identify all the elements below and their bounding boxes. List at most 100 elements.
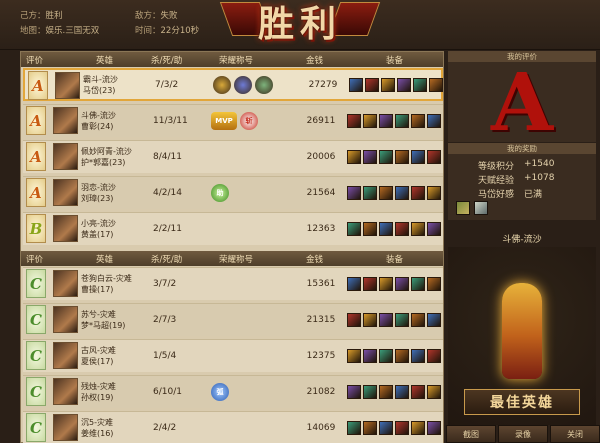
equipment-item-icon[interactable] xyxy=(411,421,425,435)
equipment-item-icon[interactable] xyxy=(347,277,361,291)
reward-item-icon xyxy=(474,201,488,215)
player-row[interactable]: A 斗佛-流沙 曹彰(24) 11/3/11 MVP 斩 26911 xyxy=(23,104,443,137)
screenshot-button[interactable]: 截图 xyxy=(446,425,496,443)
player-row[interactable]: A 霸斗-流沙 马岱(23) 7/3/2 27279 xyxy=(23,68,443,101)
hero-name: 护*郭嘉(23) xyxy=(81,158,126,167)
equipment-item-icon[interactable] xyxy=(379,186,393,200)
equipment-item-icon[interactable] xyxy=(365,77,379,92)
honor-icon[interactable]: 弧 xyxy=(211,383,229,401)
equipment-item-icon[interactable] xyxy=(347,186,361,200)
kda-value: 2/2/11 xyxy=(153,224,182,234)
equipment-item-icon[interactable] xyxy=(395,114,409,128)
equipment-item-icon[interactable] xyxy=(397,77,411,92)
honor-titles: 助 xyxy=(211,177,301,209)
equipment-item-icon[interactable] xyxy=(395,186,409,200)
action-buttons: 截图 录像 关闭 xyxy=(446,425,600,443)
record-button[interactable]: 录像 xyxy=(498,425,548,443)
player-name: 苏兮-灾难 xyxy=(81,310,116,319)
grade-badge: A xyxy=(26,178,46,207)
equipment-item-icon[interactable] xyxy=(363,222,377,236)
equipment-item-icon[interactable] xyxy=(379,313,393,327)
equipment-item-icon[interactable] xyxy=(427,349,441,363)
equipment-item-icon[interactable] xyxy=(347,150,361,164)
close-button[interactable]: 关闭 xyxy=(550,425,600,443)
equipment-item-icon[interactable] xyxy=(395,385,409,399)
equipment-item-icon[interactable] xyxy=(347,421,361,435)
hero-name-block: 残烛-灾难 孙权(19) xyxy=(81,376,136,408)
equipment-item-icon[interactable] xyxy=(347,114,361,128)
equipment-item-icon[interactable] xyxy=(427,222,441,236)
equipment-item-icon[interactable] xyxy=(427,421,441,435)
equipment-item-icon[interactable] xyxy=(363,385,377,399)
equipment-item-icon[interactable] xyxy=(381,77,395,92)
equipment-item-icon[interactable] xyxy=(379,114,393,128)
kda-value: 7/3/2 xyxy=(155,79,179,90)
equipment-item-icon[interactable] xyxy=(395,150,409,164)
equipment-item-icon[interactable] xyxy=(395,349,409,363)
player-row[interactable]: C 残烛-灾难 孙权(19) 6/10/1 弧 21082 xyxy=(23,375,443,408)
player-row[interactable]: C 沉5-灾难 姜维(16) 2/4/2 14069 xyxy=(23,411,443,443)
equipment-item-icon[interactable] xyxy=(427,186,441,200)
equipment-item-icon[interactable] xyxy=(347,222,361,236)
honor-icon[interactable]: 斩 xyxy=(240,112,258,130)
hero-avatar xyxy=(55,72,80,99)
equipment-item-icon[interactable] xyxy=(411,222,425,236)
equipment-item-icon[interactable] xyxy=(363,277,377,291)
equipment-item-icon[interactable] xyxy=(427,385,441,399)
hero-name: 姜维(16) xyxy=(81,429,114,438)
equipment-item-icon[interactable] xyxy=(347,385,361,399)
equipment-item-icon[interactable] xyxy=(411,150,425,164)
own-side-result: 己方：胜利 xyxy=(20,11,63,21)
equipment-item-icon[interactable] xyxy=(349,77,363,92)
hero-avatar xyxy=(53,306,78,333)
kda-value: 6/10/1 xyxy=(153,387,182,397)
player-name: 小亮-流沙 xyxy=(81,219,116,228)
equipment-item-icon[interactable] xyxy=(413,77,427,92)
equipment-item-icon[interactable] xyxy=(363,421,377,435)
equipment-item-icon[interactable] xyxy=(427,313,441,327)
hero-name: 曹操(17) xyxy=(81,285,114,294)
equipment-item-icon[interactable] xyxy=(395,277,409,291)
equipment-item-icon[interactable] xyxy=(379,150,393,164)
honor-icon[interactable] xyxy=(213,75,231,94)
equipment-item-icon[interactable] xyxy=(411,277,425,291)
equipment-item-icon[interactable] xyxy=(379,385,393,399)
equipment-item-icon[interactable] xyxy=(363,313,377,327)
equipment-item-icon[interactable] xyxy=(411,349,425,363)
equipment-item-icon[interactable] xyxy=(411,186,425,200)
equipment-item-icon[interactable] xyxy=(379,421,393,435)
best-hero-badge: 最佳英雄 xyxy=(464,389,580,415)
player-row[interactable]: C 古风-灾难 夏侯(17) 1/5/4 12375 xyxy=(23,339,443,372)
kda-value: 8/4/11 xyxy=(153,152,182,162)
equipment-item-icon[interactable] xyxy=(427,277,441,291)
equipment-item-icon[interactable] xyxy=(379,277,393,291)
honor-icon[interactable]: MVP xyxy=(211,112,237,130)
equipment-item-icon[interactable] xyxy=(411,385,425,399)
equipment-item-icon[interactable] xyxy=(427,150,441,164)
equipment-item-icon[interactable] xyxy=(395,222,409,236)
honor-icon[interactable] xyxy=(255,75,273,94)
player-name: 古风-灾难 xyxy=(81,346,116,355)
honor-icon[interactable] xyxy=(234,75,252,94)
equipment-item-icon[interactable] xyxy=(363,114,377,128)
equipment-item-icon[interactable] xyxy=(411,114,425,128)
equipment-item-icon[interactable] xyxy=(379,222,393,236)
equipment-item-icon[interactable] xyxy=(379,349,393,363)
player-row[interactable]: A 佩妙阿青-流沙 护*郭嘉(23) 8/4/11 20006 xyxy=(23,140,443,173)
equipment-item-icon[interactable] xyxy=(347,313,361,327)
equipment-item-icon[interactable] xyxy=(363,349,377,363)
equipment-item-icon[interactable] xyxy=(395,313,409,327)
player-row[interactable]: C 苍狗白云-灾难 曹操(17) 3/7/2 15361 xyxy=(23,267,443,300)
hero-avatar xyxy=(53,215,78,242)
equipment-item-icon[interactable] xyxy=(427,114,441,128)
equipment-item-icon[interactable] xyxy=(429,77,443,92)
equipment-item-icon[interactable] xyxy=(347,349,361,363)
player-row[interactable]: C 苏兮-灾难 梦*马超(19) 2/7/3 21315 xyxy=(23,303,443,336)
player-row[interactable]: B 小亮-流沙 黄盖(17) 2/2/11 12363 xyxy=(23,212,443,245)
equipment-item-icon[interactable] xyxy=(411,313,425,327)
equipment-item-icon[interactable] xyxy=(363,150,377,164)
equipment-item-icon[interactable] xyxy=(363,186,377,200)
honor-icon[interactable]: 助 xyxy=(211,184,229,202)
player-row[interactable]: A 羽恋-流沙 刘璋(23) 4/2/14 助 21564 xyxy=(23,176,443,209)
equipment-item-icon[interactable] xyxy=(395,421,409,435)
